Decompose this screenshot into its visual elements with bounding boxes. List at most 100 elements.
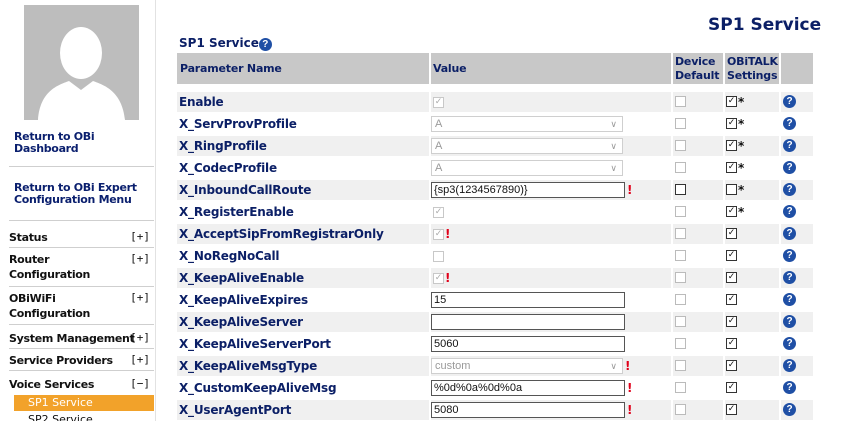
- value-checkbox[interactable]: ✓: [433, 97, 444, 108]
- obitalk-settings-cell: ✓ *: [725, 202, 779, 222]
- help-icon[interactable]: ?: [783, 139, 796, 152]
- help-icon[interactable]: ?: [258, 38, 272, 51]
- return-dashboard-link[interactable]: Return to OBi Dashboard: [14, 131, 124, 155]
- device-default-checkbox[interactable]: [675, 140, 686, 151]
- value-select[interactable]: A ∨: [431, 160, 623, 176]
- help-icon[interactable]: ?: [783, 271, 796, 284]
- obitalk-checkbox[interactable]: [726, 184, 737, 195]
- device-default-checkbox[interactable]: [675, 228, 686, 239]
- device-default-cell: [673, 158, 723, 178]
- menu-item-system-management[interactable]: System Management [+]: [9, 331, 154, 347]
- table-row: X_ServProvProfile A ∨ ✓ *?: [177, 114, 813, 136]
- select-value: A: [435, 118, 443, 130]
- device-default-checkbox[interactable]: [675, 360, 686, 371]
- device-default-checkbox[interactable]: [675, 184, 686, 195]
- value-input[interactable]: 15: [431, 292, 625, 308]
- obitalk-checkbox[interactable]: ✓: [726, 162, 737, 173]
- obitalk-checkbox[interactable]: ✓: [726, 360, 737, 371]
- obitalk-checkbox[interactable]: ✓: [726, 118, 737, 129]
- page-title: SP1 Service: [708, 15, 822, 35]
- value-checkbox[interactable]: [433, 251, 444, 262]
- collapse-toggle[interactable]: [−]: [130, 377, 150, 390]
- table-row: X_KeepAliveEnable ✓! ✓?: [177, 268, 813, 290]
- obitalk-settings-cell: ✓: [725, 400, 779, 420]
- device-default-cell: [673, 246, 723, 266]
- device-default-checkbox[interactable]: [675, 338, 686, 349]
- obitalk-checkbox[interactable]: ✓: [726, 272, 737, 283]
- device-default-checkbox[interactable]: [675, 294, 686, 305]
- device-default-checkbox[interactable]: [675, 118, 686, 129]
- help-icon[interactable]: ?: [783, 249, 796, 262]
- obitalk-checkbox[interactable]: ✓: [726, 206, 737, 217]
- device-default-checkbox[interactable]: [675, 382, 686, 393]
- header-label: Value: [433, 62, 467, 75]
- obitalk-checkbox[interactable]: ✓: [726, 382, 737, 393]
- obitalk-checkbox[interactable]: ✓: [726, 404, 737, 415]
- submenu-item-sp1-service[interactable]: SP1 Service: [14, 395, 154, 411]
- value-input[interactable]: [431, 314, 625, 330]
- menu-label: Voice Services: [9, 378, 95, 391]
- help-icon[interactable]: ?: [783, 315, 796, 328]
- obitalk-checkbox[interactable]: ✓: [726, 250, 737, 261]
- parameter-name: Enable: [177, 92, 429, 112]
- value-input[interactable]: {sp3(1234567890)}: [431, 182, 625, 198]
- device-default-checkbox[interactable]: [675, 404, 686, 415]
- return-expert-menu-link[interactable]: Return to OBi Expert Configuration Menu: [14, 182, 144, 206]
- warning-mark: !: [445, 271, 451, 285]
- obitalk-checkbox[interactable]: ✓: [726, 338, 737, 349]
- device-default-checkbox[interactable]: [675, 206, 686, 217]
- select-value: A: [435, 140, 443, 152]
- help-icon[interactable]: ?: [783, 205, 796, 218]
- value-input[interactable]: 5060: [431, 336, 625, 352]
- device-default-checkbox[interactable]: [675, 162, 686, 173]
- device-default-checkbox[interactable]: [675, 272, 686, 283]
- select-value: custom: [435, 360, 471, 372]
- device-default-cell: [673, 400, 723, 420]
- obitalk-checkbox[interactable]: ✓: [726, 294, 737, 305]
- menu-label: Status: [9, 231, 48, 244]
- obitalk-settings-cell: ✓: [725, 356, 779, 376]
- parameter-name: X_RegisterEnable: [179, 205, 294, 219]
- menu-item-obiwifi-configuration[interactable]: OBiWiFi Configuration [+]: [9, 291, 154, 323]
- table-row: X_NoRegNoCall ✓?: [177, 246, 813, 268]
- obitalk-checkbox[interactable]: ✓: [726, 316, 737, 327]
- expand-toggle[interactable]: [+]: [130, 331, 150, 344]
- device-default-checkbox[interactable]: [675, 316, 686, 327]
- sidebar: Return to OBi Dashboard Return to OBi Ex…: [0, 0, 156, 421]
- value-input[interactable]: 5080: [431, 402, 625, 418]
- obitalk-checkbox[interactable]: ✓: [726, 96, 737, 107]
- value-checkbox[interactable]: ✓: [433, 229, 444, 240]
- help-icon[interactable]: ?: [783, 117, 796, 130]
- help-icon[interactable]: ?: [783, 403, 796, 416]
- obitalk-checkbox[interactable]: ✓: [726, 140, 737, 151]
- parameter-name: X_UserAgentPort: [177, 400, 429, 420]
- device-default-checkbox[interactable]: [675, 96, 686, 107]
- help-icon[interactable]: ?: [783, 337, 796, 350]
- value-checkbox[interactable]: ✓: [433, 273, 444, 284]
- device-default-checkbox[interactable]: [675, 250, 686, 261]
- value-input[interactable]: %0d%0a%0d%0a: [431, 380, 625, 396]
- value-checkbox[interactable]: ✓: [433, 207, 444, 218]
- help-icon[interactable]: ?: [783, 161, 796, 174]
- value-select[interactable]: custom ∨: [431, 358, 623, 374]
- obitalk-checkbox[interactable]: ✓: [726, 228, 737, 239]
- submenu-item-sp2-service[interactable]: SP2 Service: [28, 413, 93, 421]
- expand-toggle[interactable]: [+]: [130, 252, 150, 265]
- help-icon[interactable]: ?: [783, 381, 796, 394]
- help-icon[interactable]: ?: [783, 183, 796, 196]
- device-default-cell: [673, 312, 723, 332]
- menu-item-router-configuration[interactable]: Router Configuration [+]: [9, 252, 154, 284]
- expand-toggle[interactable]: [+]: [130, 291, 150, 304]
- warning-mark: !: [445, 227, 451, 241]
- menu-item-service-providers[interactable]: Service Providers [+]: [9, 353, 154, 369]
- help-icon[interactable]: ?: [783, 95, 796, 108]
- expand-toggle[interactable]: [+]: [130, 353, 150, 366]
- expand-toggle[interactable]: [+]: [130, 230, 150, 243]
- value-select[interactable]: A ∨: [431, 116, 623, 132]
- help-icon[interactable]: ?: [783, 293, 796, 306]
- value-select[interactable]: A ∨: [431, 138, 623, 154]
- help-icon[interactable]: ?: [783, 359, 796, 372]
- help-icon[interactable]: ?: [783, 227, 796, 240]
- menu-item-status[interactable]: Status [+]: [9, 230, 154, 246]
- menu-item-voice-services[interactable]: Voice Services [−]: [9, 377, 154, 393]
